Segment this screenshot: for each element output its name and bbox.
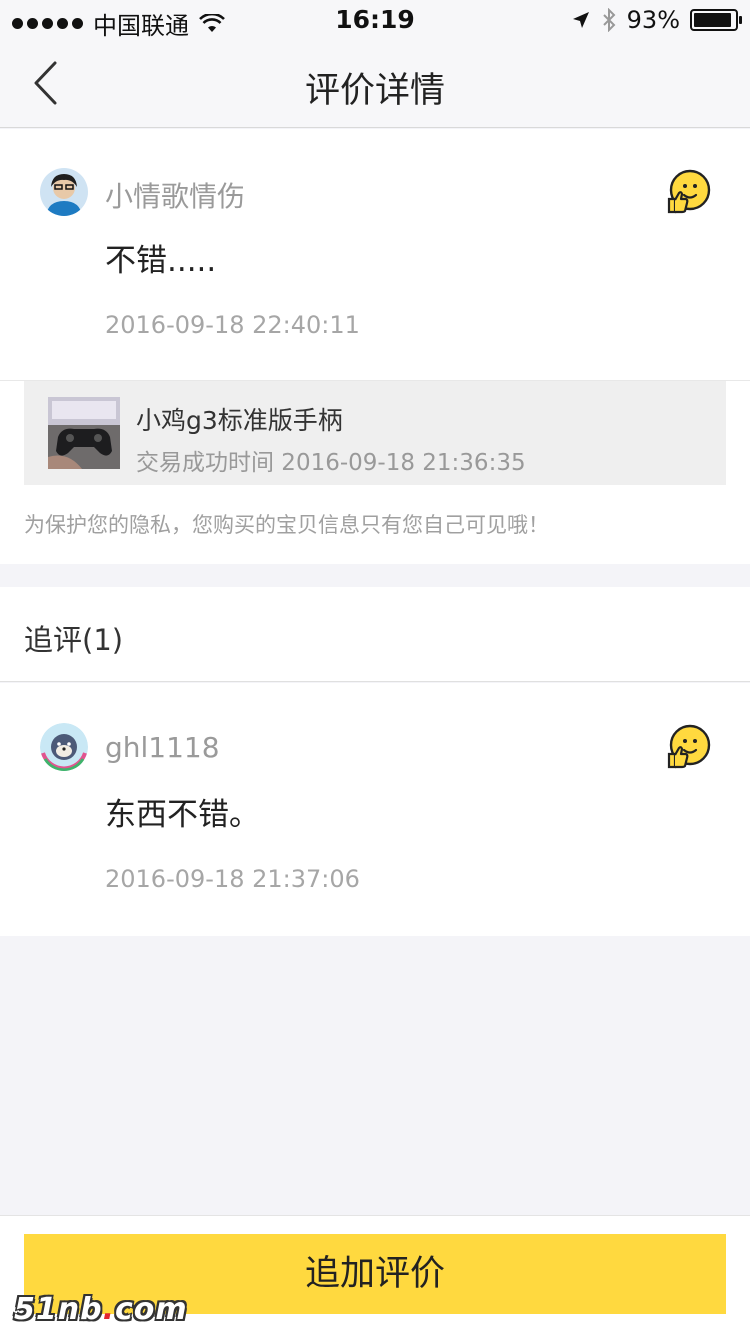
review-time: 2016-09-18 22:40:11 bbox=[105, 311, 360, 339]
product-thumbnail[interactable] bbox=[48, 397, 120, 469]
watermark-main: 51nb bbox=[14, 1292, 103, 1327]
followup-username[interactable]: ghl1118 bbox=[105, 731, 220, 764]
avatar[interactable] bbox=[40, 168, 88, 216]
review-text: 不错..... bbox=[105, 243, 217, 279]
product-card[interactable]: 小鸡g3标准版手柄 交易成功时间 2016-09-18 21:36:35 bbox=[24, 381, 726, 485]
followup-title: 追评(1) bbox=[24, 623, 124, 657]
followup-time: 2016-09-18 21:37:06 bbox=[105, 865, 360, 893]
battery-percent: 93% bbox=[626, 6, 680, 34]
review-card: 小情歌情伤 不错..... 2016-09-18 22:40:11 bbox=[0, 129, 750, 381]
status-right: 93% bbox=[571, 6, 742, 34]
location-arrow-icon bbox=[572, 12, 589, 28]
product-name[interactable]: 小鸡g3标准版手柄 bbox=[136, 401, 343, 437]
battery-icon bbox=[690, 9, 742, 31]
bluetooth-icon bbox=[602, 8, 616, 32]
followup-text: 东西不错。 bbox=[105, 797, 260, 833]
page-title: 评价详情 bbox=[304, 71, 445, 111]
thumbs-up-face-icon[interactable] bbox=[666, 724, 712, 770]
avatar[interactable] bbox=[40, 723, 88, 771]
watermark: 51nb.com bbox=[14, 1292, 188, 1327]
privacy-note: 为保护您的隐私，您购买的宝贝信息只有您自己可见哦！ bbox=[24, 513, 549, 537]
product-section: 小鸡g3标准版手柄 交易成功时间 2016-09-18 21:36:35 为保护… bbox=[0, 381, 750, 564]
watermark-dot: . bbox=[102, 1292, 115, 1327]
nav-bar: 评价详情 bbox=[0, 40, 750, 128]
followup-review-card: ghl1118 东西不错。 2016-09-18 21:37:06 bbox=[0, 683, 750, 936]
followup-header: 追评(1) bbox=[0, 587, 750, 682]
status-bar: 中国联通 16:19 93% bbox=[0, 0, 750, 40]
watermark-tld: com bbox=[115, 1292, 188, 1327]
review-username[interactable]: 小情歌情伤 bbox=[105, 175, 245, 215]
product-trade-time: 交易成功时间 2016-09-18 21:36:35 bbox=[136, 450, 526, 476]
battery-fill bbox=[694, 13, 732, 27]
thumbs-up-face-icon[interactable] bbox=[666, 169, 712, 215]
